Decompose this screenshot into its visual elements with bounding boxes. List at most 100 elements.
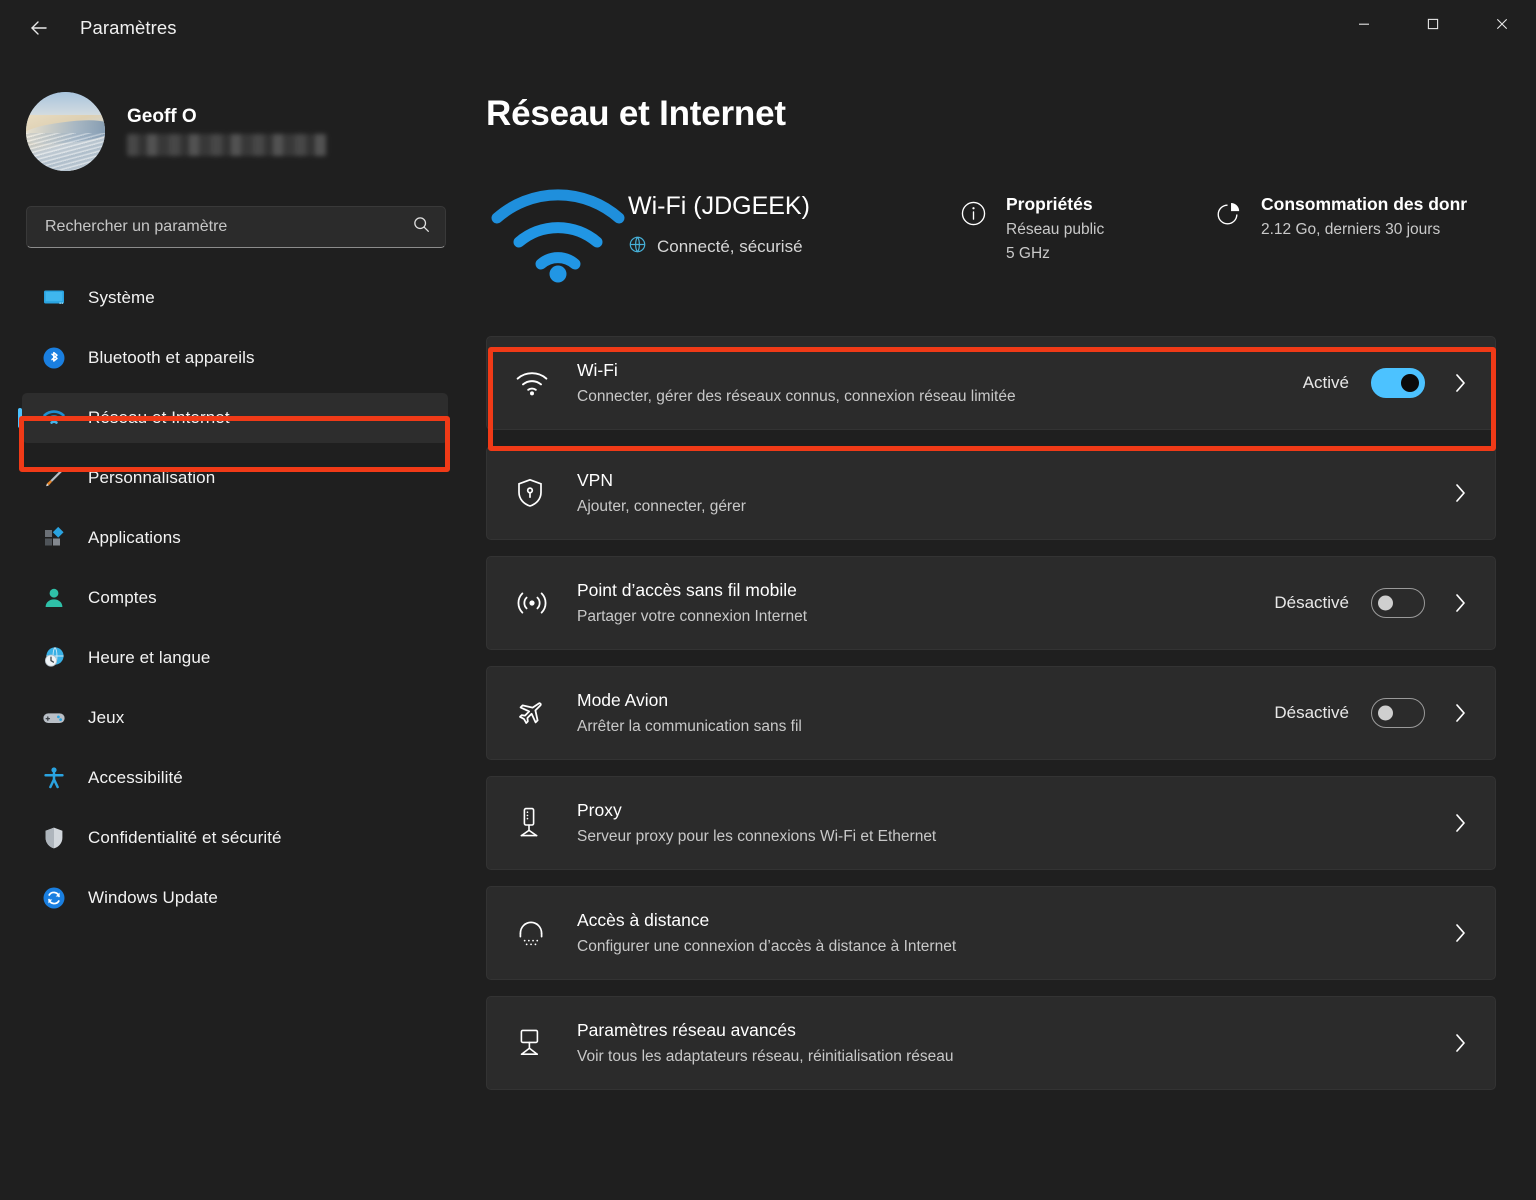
- account-block[interactable]: Geoff O: [0, 80, 470, 176]
- row-description: Arrêter la communication sans fil: [577, 718, 802, 735]
- wifi-icon: [515, 369, 577, 397]
- sidebar-item-windows-update[interactable]: Windows Update: [22, 873, 448, 923]
- sidebar-item-accessibilite[interactable]: Accessibilité: [22, 753, 448, 803]
- sidebar-item-label: Windows Update: [88, 888, 218, 907]
- wifi-large-icon: [488, 178, 628, 284]
- shield-icon: [40, 824, 68, 852]
- sidebar-item-label: Jeux: [88, 708, 125, 727]
- advanced-network-icon: [515, 1027, 577, 1059]
- row-description: Serveur proxy pour les connexions Wi-Fi …: [577, 828, 937, 845]
- data-usage-heading: Consommation des donr: [1261, 194, 1468, 214]
- sidebar-item-label: Heure et langue: [88, 648, 211, 667]
- row-text: Paramètres réseau avancés Voir tous les …: [577, 1020, 1447, 1066]
- network-status-main: Wi-Fi (JDGEEK) Connecté, sécurisé: [628, 178, 958, 259]
- app-title: Paramètres: [80, 17, 177, 38]
- sidebar-item-label: Système: [88, 288, 155, 307]
- maximize-button[interactable]: [1398, 0, 1467, 52]
- back-button[interactable]: [20, 9, 58, 47]
- row-text: Point d’accès sans fil mobile Partager v…: [577, 580, 1274, 626]
- search-icon[interactable]: [412, 215, 431, 239]
- chevron-right-icon[interactable]: [1447, 1032, 1473, 1054]
- minimize-button[interactable]: [1329, 0, 1398, 52]
- chevron-right-icon[interactable]: [1447, 812, 1473, 834]
- hotspot-toggle[interactable]: [1371, 588, 1425, 618]
- window-body: Geoff O Rechercher un paramètre Système …: [0, 72, 1536, 1200]
- sidebar-item-label: Applications: [88, 528, 181, 547]
- sidebar-item-personnalisation[interactable]: Personnalisation: [22, 453, 448, 503]
- sidebar-item-label: Accessibilité: [88, 768, 183, 787]
- row-description: Partager votre connexion Internet: [577, 608, 808, 625]
- title-bar-left: Paramètres: [0, 0, 177, 56]
- row-title: VPN: [577, 470, 613, 490]
- sidebar-item-label: Personnalisation: [88, 468, 216, 487]
- main-content: Réseau et Internet Wi-Fi (JDGEEK) Connec…: [470, 72, 1536, 1200]
- sidebar-item-comptes[interactable]: Comptes: [22, 573, 448, 623]
- chevron-right-icon[interactable]: [1447, 702, 1473, 724]
- search-box[interactable]: [26, 206, 446, 248]
- sidebar-item-reseau-et-internet[interactable]: Réseau et Internet: [22, 393, 448, 443]
- network-state-label: Connecté, sécurisé: [657, 237, 803, 256]
- update-icon: [40, 884, 68, 912]
- data-usage-block[interactable]: Consommation des donr 2.12 Go, derniers …: [1213, 178, 1513, 239]
- sidebar-item-bluetooth-et-appareils[interactable]: Bluetooth et appareils: [22, 333, 448, 383]
- network-status-header: Wi-Fi (JDGEEK) Connecté, sécurisé Propri…: [486, 178, 1496, 284]
- properties-line-2: 5 GHz: [1006, 245, 1050, 262]
- sidebar-item-confidentialite-et-securite[interactable]: Confidentialité et sécurité: [22, 813, 448, 863]
- row-title: Proxy: [577, 800, 622, 820]
- properties-block[interactable]: Propriétés Réseau public 5 GHz: [958, 178, 1213, 263]
- sidebar-item-systeme[interactable]: Système: [22, 273, 448, 323]
- row-description: Voir tous les adaptateurs réseau, réinit…: [577, 1048, 954, 1065]
- display-icon: [40, 284, 68, 312]
- row-title: Mode Avion: [577, 690, 669, 710]
- minimize-icon: [1356, 16, 1372, 37]
- account-email-redacted: [127, 134, 327, 156]
- chevron-right-icon[interactable]: [1447, 482, 1473, 504]
- airplane-mode-toggle[interactable]: [1371, 698, 1425, 728]
- wifi-toggle[interactable]: [1371, 368, 1425, 398]
- properties-heading: Propriétés: [1006, 194, 1093, 214]
- sidebar-item-jeux[interactable]: Jeux: [22, 693, 448, 743]
- row-controls: Activé: [1303, 368, 1473, 398]
- row-advanced-network[interactable]: Paramètres réseau avancés Voir tous les …: [486, 996, 1496, 1090]
- data-usage-text: Consommation des donr 2.12 Go, derniers …: [1261, 194, 1467, 239]
- bluetooth-icon: [40, 344, 68, 372]
- maximize-icon: [1425, 16, 1441, 37]
- sidebar-item-label: Réseau et Internet: [88, 408, 230, 427]
- page-title: Réseau et Internet: [486, 94, 786, 133]
- toggle-state-label: Désactivé: [1274, 703, 1349, 722]
- row-description: Configurer une connexion d’accès à dista…: [577, 938, 957, 955]
- row-proxy[interactable]: Proxy Serveur proxy pour les connexions …: [486, 776, 1496, 870]
- toggle-state-label: Désactivé: [1274, 593, 1349, 612]
- sidebar-item-label: Confidentialité et sécurité: [88, 828, 282, 847]
- chevron-right-icon[interactable]: [1447, 922, 1473, 944]
- chevron-right-icon[interactable]: [1447, 372, 1473, 394]
- sidebar-item-label: Bluetooth et appareils: [88, 348, 255, 367]
- search-input[interactable]: [45, 218, 412, 236]
- row-dial-up[interactable]: Accès à distance Configurer une connexio…: [486, 886, 1496, 980]
- properties-line-1: Réseau public: [1006, 221, 1105, 238]
- title-bar: Paramètres: [0, 0, 1536, 72]
- row-title: Paramètres réseau avancés: [577, 1020, 796, 1040]
- gamepad-icon: [40, 704, 68, 732]
- chevron-right-icon[interactable]: [1447, 592, 1473, 614]
- avatar: [26, 91, 105, 171]
- row-vpn[interactable]: VPN Ajouter, connecter, gérer: [486, 446, 1496, 540]
- pie-chart-icon: [1213, 194, 1244, 239]
- back-arrow-icon: [28, 17, 50, 39]
- row-mobile-hotspot[interactable]: Point d’accès sans fil mobile Partager v…: [486, 556, 1496, 650]
- account-text: Geoff O: [127, 106, 327, 156]
- hotspot-icon: [515, 588, 577, 618]
- window-controls: [1329, 0, 1536, 52]
- paintbrush-icon: [40, 464, 68, 492]
- apps-icon: [40, 524, 68, 552]
- close-button[interactable]: [1467, 0, 1536, 52]
- sidebar-item-applications[interactable]: Applications: [22, 513, 448, 563]
- row-controls: [1447, 482, 1473, 504]
- sidebar-item-heure-et-langue[interactable]: Heure et langue: [22, 633, 448, 683]
- dialup-icon: [515, 918, 577, 948]
- row-airplane-mode[interactable]: Mode Avion Arrêter la communication sans…: [486, 666, 1496, 760]
- row-controls: [1447, 922, 1473, 944]
- row-wifi[interactable]: Wi-Fi Connecter, gérer des réseaux connu…: [486, 336, 1496, 430]
- clock-globe-icon: [40, 644, 68, 672]
- close-icon: [1494, 16, 1510, 37]
